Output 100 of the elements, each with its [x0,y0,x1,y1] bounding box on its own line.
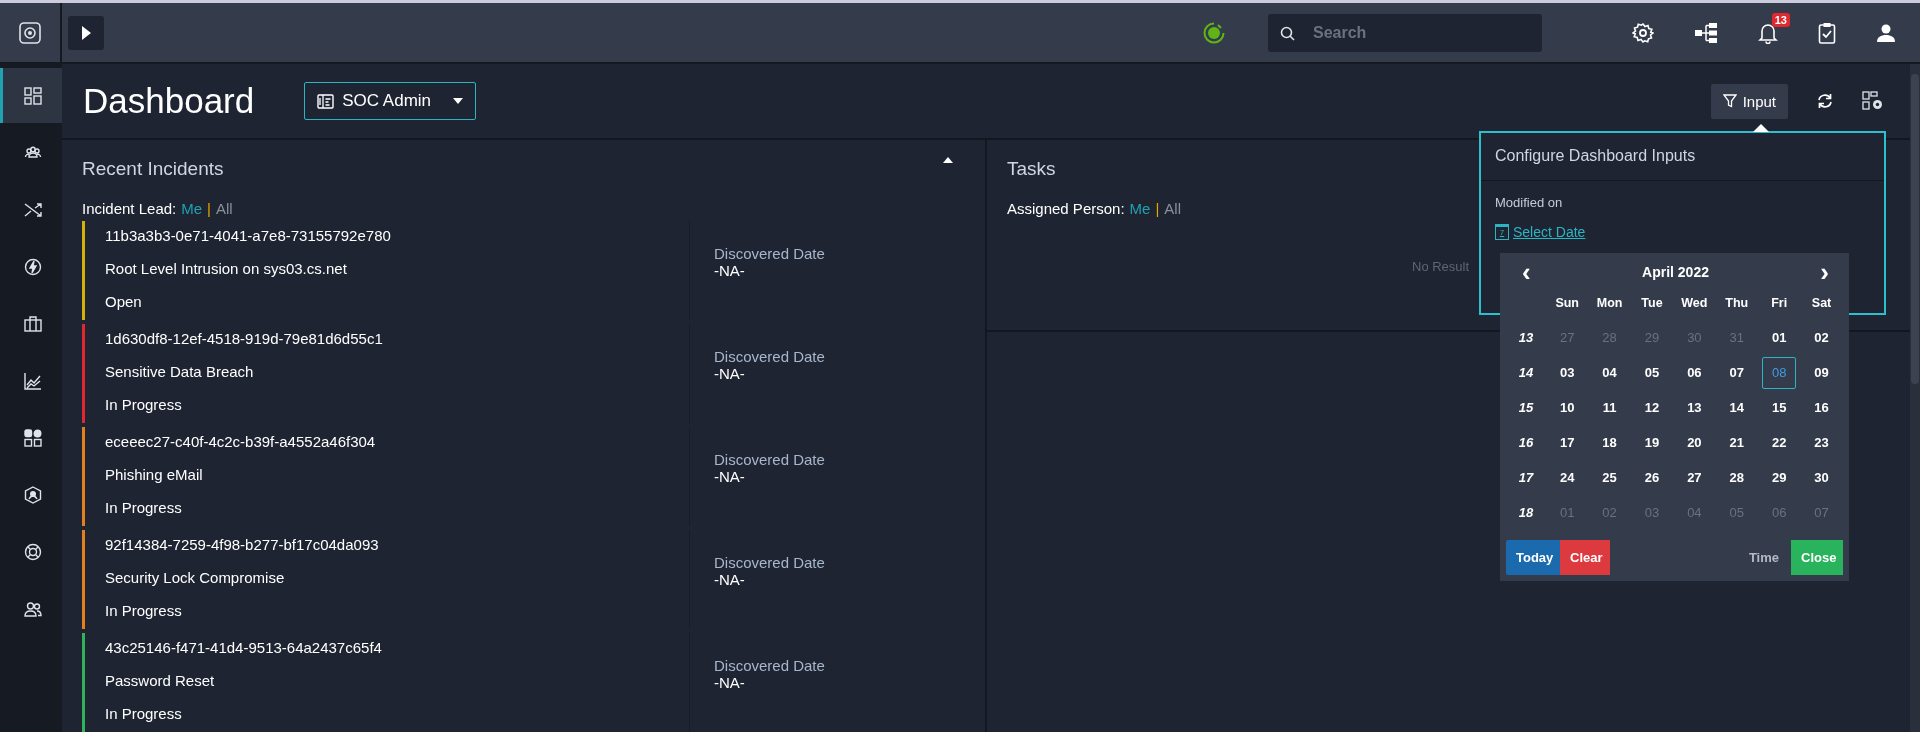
clipboard-icon[interactable] [1818,21,1836,44]
date-value: -NA- [714,571,746,588]
layout-settings-icon[interactable] [1862,91,1884,111]
calendar-day[interactable]: 02 [1804,321,1839,354]
calendar-day[interactable]: 30 [1804,461,1839,494]
settings-icon[interactable] [1632,21,1654,44]
incident-name: Root Level Intrusion on sys03.cs.net [105,260,348,277]
calendar-day[interactable]: 15 [1762,391,1797,424]
incident-name: Security Lock Compromise [105,569,286,586]
date-label: Discovered Date [714,554,825,571]
collapse-icon[interactable] [943,157,953,163]
week-number: 18 [1518,505,1534,520]
weekday-label: Thu [1725,295,1749,310]
filter-link[interactable]: All [216,200,233,217]
calendar-day[interactable]: 29 [1762,461,1797,494]
incident-name: Phishing eMail [105,466,204,483]
week-number: 16 [1518,435,1534,450]
calendar-day[interactable]: 14 [1719,391,1754,424]
expand-button[interactable] [68,15,104,50]
date-label: Discovered Date [714,657,825,674]
calendar-icon: 7 [1495,224,1509,240]
calendar-day[interactable]: 21 [1719,426,1754,459]
calendar-day[interactable]: 16 [1804,391,1839,424]
incident-name: Password Reset [105,672,216,689]
calendar-day[interactable]: 11 [1592,391,1627,424]
scrollbar[interactable] [1910,64,1920,732]
grid-icon [23,86,42,105]
calendar-day[interactable]: 10 [1550,391,1585,424]
hierarchy-icon[interactable] [1694,21,1718,44]
weekday-label: Fri [1771,295,1788,310]
calendar-day[interactable]: 13 [1677,391,1712,424]
search-icon [1280,25,1295,41]
filter-label: Assigned Person: [1007,200,1125,217]
time-button[interactable]: Time [1742,549,1785,566]
incident-status: In Progress [105,499,183,516]
calendar-day[interactable]: 17 [1550,426,1585,459]
incident-row[interactable]: 92f14384-7259-4f98-b277-bf17c04da093 Security Lock Compromise In Progress Discovered Date -NA- [82,530,965,629]
sidebar-item[interactable] [0,68,62,123]
calendar-day[interactable]: 26 [1634,461,1669,494]
filter-icon [1722,94,1737,108]
lifebuoy-icon [23,542,42,561]
weekday-label: Sat [1811,295,1832,310]
incident-row[interactable]: 11b3a3b3-0e71-4041-a7e8-73155792e780 Root Level Intrusion on sys03.cs.net Open Discovered Date -NA- [82,221,965,320]
page-title: Dashboard [83,81,255,121]
input-button[interactable]: Input [1710,83,1788,119]
briefcase-icon [23,314,42,333]
incident-row[interactable]: 1d630df8-12ef-4518-919d-79e81d6d55c1 Sensitive Data Breach In Progress Discovered Date -NA- [82,324,965,423]
calendar-day[interactable]: 27 [1677,461,1712,494]
calendar-day[interactable]: 12 [1634,391,1669,424]
calendar-day[interactable]: 07 [1719,356,1754,389]
calendar-day[interactable]: 19 [1634,426,1669,459]
calendar-day[interactable]: 08 [1762,356,1797,389]
popover-title: Configure Dashboard Inputs [1481,133,1884,181]
calendar-day[interactable]: 04 [1592,356,1627,389]
board-icon [317,93,335,109]
search-field[interactable]: Search [1268,13,1542,52]
calendar-day[interactable]: 22 [1762,426,1797,459]
filter-link[interactable]: Me [1129,200,1151,217]
notification-count: 13 [1771,12,1790,27]
incident-id: eceeec27-c40f-4c2c-b39f-a4552a46f304 [105,433,377,450]
today-button[interactable]: Today [1506,540,1560,575]
filter-link[interactable]: All [1164,200,1181,217]
calendar-day[interactable]: 24 [1550,461,1585,494]
date-value: -NA- [714,262,746,279]
panel-title: Recent Incidents [82,158,224,180]
dashboard-dropdown[interactable]: SOC Admin [304,82,477,120]
date-label: Discovered Date [714,348,825,365]
apps-icon [23,428,42,447]
date-value: -NA- [714,365,746,382]
previous-month-button[interactable]: ‹ [1518,262,1535,282]
calendar-day[interactable]: 05 [1634,356,1669,389]
clear-button[interactable]: Clear [1560,540,1610,575]
calendar-day[interactable]: 28 [1719,461,1754,494]
incident-status: Open [105,293,143,310]
calendar-day[interactable]: 09 [1804,356,1839,389]
calendar-day[interactable]: 18 [1592,426,1627,459]
calendar-day[interactable]: 03 [1550,356,1585,389]
users-icon [23,599,42,618]
select-date-link[interactable]: 7 Select Date [1495,224,1586,240]
filter-link[interactable]: Me [181,200,203,217]
user-icon[interactable] [1876,22,1896,43]
bolt-icon [23,257,42,276]
date-label: Discovered Date [714,451,825,468]
incident-row[interactable]: 43c25146-f471-41d4-9513-64a2437c65f4 Password Reset In Progress Discovered Date -NA- [82,633,965,732]
calendar-day[interactable]: 20 [1677,426,1712,459]
calendar-day[interactable]: 23 [1804,426,1839,459]
calendar-day[interactable]: 06 [1677,356,1712,389]
week-number: 15 [1518,400,1534,415]
calendar-day[interactable]: 25 [1592,461,1627,494]
refresh-icon[interactable] [1816,92,1834,110]
incident-id: 92f14384-7259-4f98-b277-bf17c04da093 [105,536,380,553]
incident-status: In Progress [105,705,183,722]
incident-row[interactable]: eceeec27-c40f-4c2c-b39f-a4552a46f304 Phishing eMail In Progress Discovered Date -NA- [82,427,965,526]
weekday-label: Wed [1681,295,1708,310]
calendar-day[interactable]: 01 [1762,321,1797,354]
filter-label: Incident Lead: [82,200,177,217]
plug-icon[interactable] [1202,20,1226,45]
separator: | [207,200,211,217]
chart-icon [23,371,42,390]
next-month-button[interactable]: › [1816,262,1833,282]
